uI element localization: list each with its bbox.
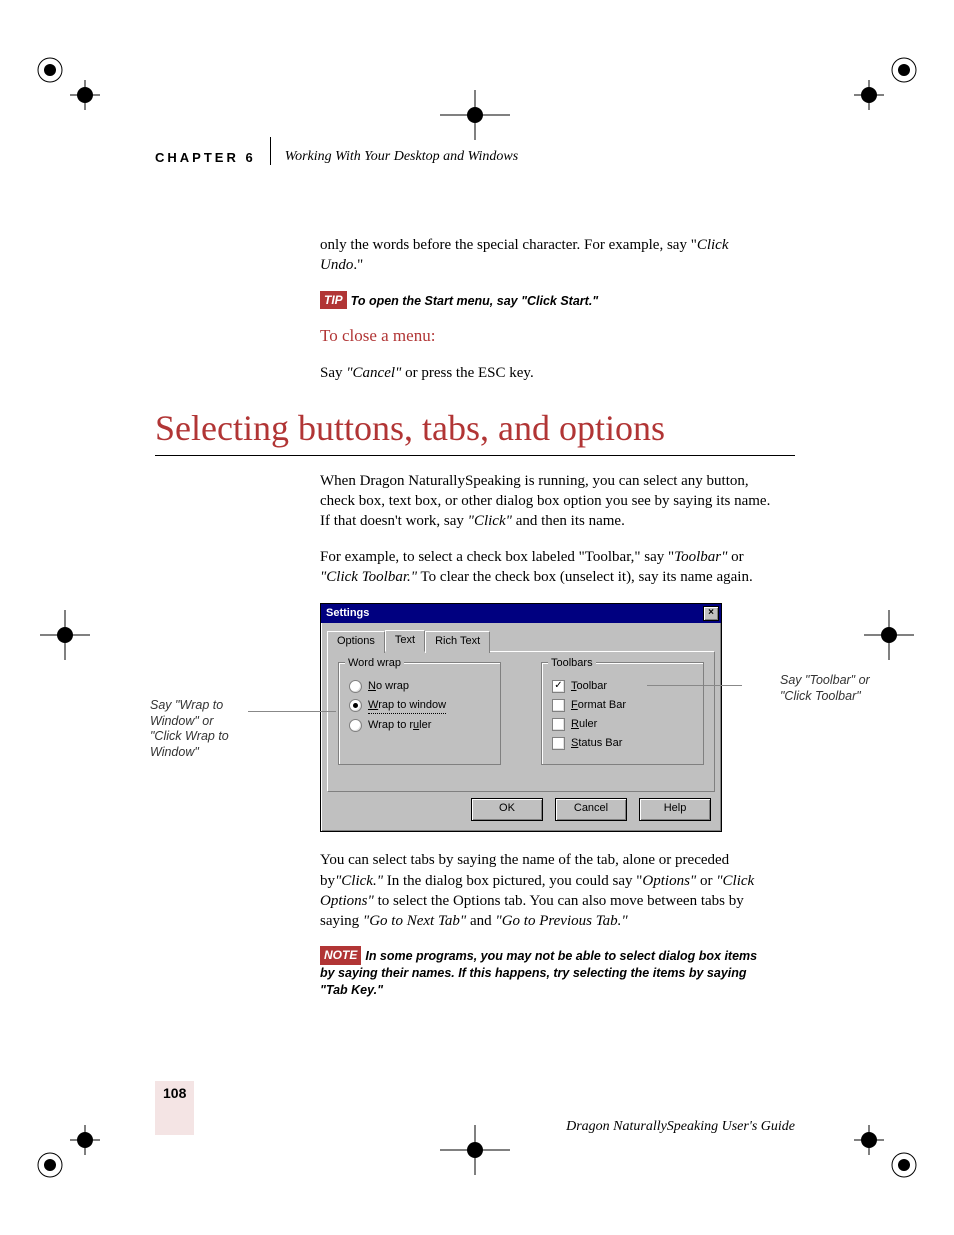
checkbox-label: Format Bar — [571, 698, 626, 713]
dialog-tabs: Options Text Rich Text — [321, 623, 721, 651]
checkbox-icon: ✓ — [552, 680, 565, 693]
chapter-label: CHAPTER 6 — [155, 150, 256, 165]
settings-dialog: Settings × Options Text Rich Text Word w… — [320, 603, 722, 832]
ok-button[interactable]: OK — [471, 798, 543, 821]
p3-em5: "Go to Previous Tab." — [495, 913, 627, 929]
tab-text[interactable]: Text — [385, 630, 425, 652]
radio-icon — [349, 719, 362, 732]
radio-wrap-to-window[interactable]: Wrap to window Wrap to window — [349, 698, 490, 714]
chapter-title: Working With Your Desktop and Windows — [285, 149, 519, 165]
dialog-titlebar: Settings × — [321, 604, 721, 623]
p3-mid1: In the dialog box pictured, you could sa… — [383, 873, 642, 889]
wordwrap-group: Word wrap NNo wrapo wrap Wrap to window … — [338, 662, 501, 765]
p3-mid4: and — [466, 913, 495, 929]
intro-paragraph: only the words before the special charac… — [320, 235, 775, 276]
tab-options[interactable]: Options — [327, 631, 385, 653]
callout-line-left — [248, 711, 336, 712]
para1-post: and then its name. — [512, 513, 625, 529]
tip-badge: TIP — [320, 291, 347, 309]
para-1: When Dragon NaturallySpeaking is running… — [320, 471, 775, 532]
checkbox-format-bar[interactable]: Format Bar Format Bar — [552, 698, 693, 713]
dialog-button-row: OK Cancel Help — [321, 798, 721, 831]
note-badge: NOTE — [320, 946, 361, 964]
crop-mark-icon — [30, 50, 100, 120]
close-menu-heading: To close a menu: — [320, 325, 775, 348]
p3-em2: Options" — [642, 873, 696, 889]
p3-em1: "Click." — [335, 873, 383, 889]
help-button[interactable]: Help — [639, 798, 711, 821]
dialog-body: Word wrap NNo wrapo wrap Wrap to window … — [327, 651, 715, 792]
note-callout: NOTEIn some programs, you may not be abl… — [320, 946, 775, 999]
para2-em2: "Click Toolbar." — [320, 569, 417, 585]
crop-mark-icon — [30, 1115, 100, 1185]
checkbox-label: Ruler — [571, 717, 597, 732]
running-head: CHAPTER 6 Working With Your Desktop and … — [155, 145, 795, 165]
dialog-title: Settings — [326, 606, 369, 621]
radio-no-wrap[interactable]: NNo wrapo wrap — [349, 679, 490, 694]
intro-text-post: ." — [353, 257, 363, 273]
close-menu-paragraph: Say "Cancel" or press the ESC key. — [320, 363, 775, 383]
crop-mark-icon — [440, 80, 510, 150]
checkbox-label: Status Bar — [571, 736, 622, 751]
checkbox-status-bar[interactable]: Status Bar Status Bar — [552, 736, 693, 751]
checkbox-ruler[interactable]: Ruler Ruler — [552, 717, 693, 732]
para2-mid: or — [727, 549, 743, 565]
checkbox-label: Toolbar — [571, 679, 607, 694]
cancel-button[interactable]: Cancel — [555, 798, 627, 821]
page-number: 108 — [155, 1081, 194, 1135]
radio-icon — [349, 680, 362, 693]
crop-mark-icon — [30, 600, 100, 670]
close-menu-post: key. — [506, 365, 534, 381]
section-rule — [155, 455, 795, 456]
para2-pre: For example, to select a check box label… — [320, 549, 674, 565]
footer-title: Dragon NaturallySpeaking User's Guide — [566, 1119, 795, 1135]
p3-em4: "Go to Next Tab" — [363, 913, 466, 929]
close-menu-pre: Say — [320, 365, 346, 381]
tab-rich-text[interactable]: Rich Text — [425, 631, 490, 653]
callout-left: Say "Wrap to Window" or "Click Wrap to W… — [150, 698, 245, 761]
para-3: You can select tabs by saying the name o… — [320, 850, 775, 931]
close-menu-key: ESC — [478, 365, 506, 381]
crop-mark-icon — [854, 600, 924, 670]
page-footer: 108 Dragon NaturallySpeaking User's Guid… — [155, 1081, 795, 1135]
p3-mid2: or — [696, 873, 716, 889]
crop-mark-icon — [854, 50, 924, 120]
crop-mark-icon — [854, 1115, 924, 1185]
toolbars-group: Toolbars ✓ Toolbar Toolbar Format Bar Fo… — [541, 662, 704, 765]
callout-right: Say "Toolbar" or "Click Toolbar" — [780, 673, 875, 704]
checkbox-icon — [552, 737, 565, 750]
radio-label: Wrap to ruler — [368, 718, 431, 733]
note-text: In some programs, you may not be able to… — [320, 949, 757, 997]
checkbox-icon — [552, 699, 565, 712]
radio-wrap-to-ruler[interactable]: Wrap to ruler Wrap to ruler — [349, 718, 490, 733]
close-menu-em: "Cancel" — [346, 365, 401, 381]
para2-post: To clear the check box (unselect it), sa… — [417, 569, 753, 585]
intro-text-pre: only the words before the special charac… — [320, 237, 697, 253]
checkbox-icon — [552, 718, 565, 731]
checkbox-toolbar[interactable]: ✓ Toolbar Toolbar — [552, 679, 693, 694]
page-content: CHAPTER 6 Working With Your Desktop and … — [155, 145, 795, 1015]
close-menu-mid: or press the — [401, 365, 478, 381]
head-divider — [270, 137, 271, 165]
para1-em: "Click" — [468, 513, 512, 529]
radio-label: Wrap to window — [368, 698, 446, 714]
tip-callout: TIP To open the Start menu, say "Click St… — [320, 291, 775, 310]
dialog-figure: Say "Wrap to Window" or "Click Wrap to W… — [320, 603, 775, 832]
tip-text: To open the Start menu, say "Click Start… — [351, 294, 599, 308]
section-title: Selecting buttons, tabs, and options — [155, 408, 795, 449]
toolbars-legend: Toolbars — [548, 656, 596, 671]
para2-em1: Toolbar" — [674, 549, 727, 565]
wordwrap-legend: Word wrap — [345, 656, 404, 671]
radio-label: NNo wrapo wrap — [368, 679, 409, 694]
radio-icon — [349, 699, 362, 712]
close-icon[interactable]: × — [703, 606, 719, 621]
para-2: For example, to select a check box label… — [320, 547, 775, 588]
